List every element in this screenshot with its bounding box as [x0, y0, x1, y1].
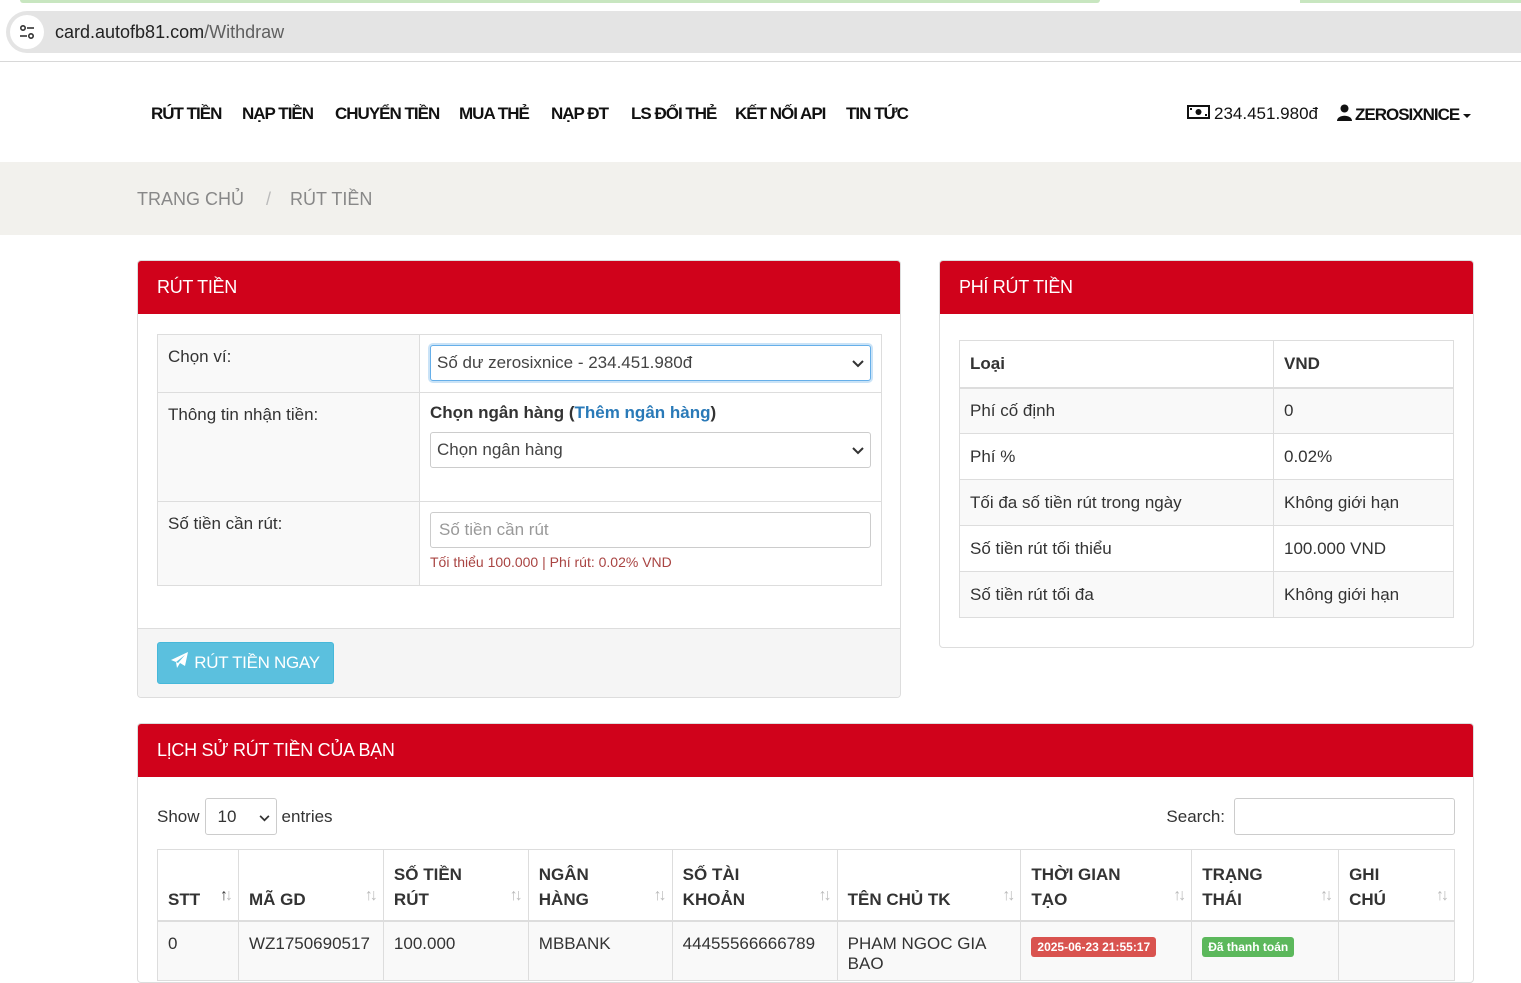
fee-header-type: Loại: [959, 340, 1274, 389]
chevron-down-icon: [852, 440, 864, 460]
breadcrumb: TRANG CHỦ / RÚT TIỀN: [0, 162, 1521, 235]
cell-bank: MBBANK: [527, 920, 673, 981]
withdraw-panel-title: RÚT TIỀN: [138, 261, 900, 314]
withdraw-now-button[interactable]: RÚT TIỀN NGAY: [157, 642, 334, 684]
nav-api[interactable]: KẾT NỐI API: [735, 104, 826, 124]
history-table: STT ↑↓ MÃ GD ↑↓ SỐ TIỀN RÚT ↑↓ NGÂN HÀNG ↑↓ SỐ…: [157, 849, 1455, 981]
search-label: Search:: [1166, 806, 1225, 826]
col-account[interactable]: SỐ TÀI KHOẢN ↑↓: [671, 849, 838, 922]
cell-amount: 100.000: [382, 920, 529, 981]
chevron-down-icon: [852, 353, 864, 373]
address-bar[interactable]: card.autofb81.com/Withdraw: [6, 11, 1521, 53]
breadcrumb-current: RÚT TIỀN: [290, 189, 373, 209]
receive-info-label: Thông tin nhận tiền:: [157, 392, 420, 502]
page-length-select[interactable]: 10: [204, 798, 277, 835]
site-settings-icon[interactable]: [10, 15, 44, 49]
money-icon: [1187, 104, 1210, 124]
col-bank[interactable]: NGÂN HÀNG ↑↓: [527, 849, 673, 922]
created-badge: 2025-06-23 21:55:17: [1031, 936, 1157, 957]
fee-panel-title: PHÍ RÚT TIỀN: [940, 261, 1473, 314]
wallet-select[interactable]: Số dư zerosixnice - 234.451.980đ: [430, 345, 871, 381]
nav-card-history[interactable]: LS ĐỔI THẺ: [631, 104, 717, 124]
cell-note: [1338, 920, 1455, 981]
table-row: Phí % 0.02%: [959, 433, 1454, 480]
table-row: Tối đa số tiền rút trong ngày Không giới …: [959, 479, 1454, 526]
history-panel-title: LỊCH SỬ RÚT TIỀN CỦA BẠN: [138, 724, 1473, 777]
sort-icon: ↑↓: [818, 886, 832, 904]
table-row: Phí cố định 0: [959, 387, 1454, 434]
amount-hint: Tối thiểu 100.000 | Phí rút: 0.02% VND: [430, 554, 672, 570]
nav-topup-phone[interactable]: NẠP ĐT: [551, 104, 609, 124]
chevron-down-icon: [259, 807, 270, 827]
cell-created: 2025-06-23 21:55:17: [1020, 920, 1193, 981]
sort-icon: ↑↓: [653, 886, 667, 904]
col-stt[interactable]: STT ↑↓: [157, 849, 239, 922]
sort-icon: ↑↓: [1436, 886, 1449, 904]
nav-news[interactable]: TIN TỨC: [846, 104, 909, 124]
cell-account: 44455566666789: [671, 920, 838, 981]
paper-plane-icon: [171, 652, 189, 674]
amount-label: Số tiền cần rút:: [157, 501, 420, 586]
sort-icon: ↑↓: [1002, 886, 1015, 904]
col-created[interactable]: THỜI GIAN TẠO ↑↓: [1020, 849, 1193, 922]
user-menu[interactable]: ZEROSIXNICE: [1337, 104, 1472, 126]
page-length-control: Show 10 entries: [157, 798, 333, 835]
col-code[interactable]: MÃ GD ↑↓: [237, 849, 384, 922]
cell-owner: PHAM NGOC GIA BAO: [836, 920, 1022, 981]
user-icon: [1337, 104, 1352, 126]
fee-table: Loại VND Phí cố định 0 Phí % 0.02% Tối đa …: [959, 340, 1454, 618]
table-row: Số tiền rút tối thiểu 100.000 VND: [959, 525, 1454, 572]
caret-down-icon: [1462, 105, 1472, 125]
nav-transfer[interactable]: CHUYỂN TIỀN: [335, 104, 440, 124]
breadcrumb-home[interactable]: TRANG CHỦ: [137, 189, 244, 210]
username: ZEROSIXNICE: [1355, 105, 1460, 124]
sort-icon: ↑↓: [219, 886, 233, 904]
fee-header-vnd: VND: [1273, 340, 1454, 389]
balance-amount: 234.451.980đ: [1214, 104, 1318, 123]
col-status[interactable]: TRẠNG THÁI ↑↓: [1191, 849, 1340, 922]
bank-title: Chọn ngân hàng (Thêm ngân hàng): [430, 403, 717, 422]
table-row: 0 WZ1750690517 100.000 MBBANK 4445556666…: [157, 920, 1455, 981]
url-text[interactable]: card.autofb81.com/Withdraw: [55, 22, 284, 43]
withdraw-panel-footer: RÚT TIỀN NGAY: [138, 628, 900, 697]
add-bank-link[interactable]: Thêm ngân hàng: [574, 403, 710, 422]
sort-icon: ↑↓: [1320, 886, 1333, 904]
cell-code: WZ1750690517: [237, 920, 384, 981]
bank-select[interactable]: Chọn ngân hàng: [430, 432, 871, 468]
top-navbar: RÚT TIỀN NẠP TIỀN CHUYỂN TIỀN MUA THẺ NẠ…: [0, 62, 1521, 162]
table-search: Search:: [1166, 798, 1455, 835]
status-badge: Đã thanh toán: [1202, 936, 1295, 957]
wallet-label: Chọn ví:: [157, 334, 420, 393]
col-amount[interactable]: SỐ TIỀN RÚT ↑↓: [382, 849, 529, 922]
nav-buy-card[interactable]: MUA THẺ: [459, 104, 530, 124]
sort-icon: ↑↓: [509, 886, 523, 904]
page-load-progress: [0, 0, 1521, 3]
sort-icon: ↑↓: [364, 886, 378, 904]
balance-display[interactable]: 234.451.980đ: [1187, 104, 1318, 124]
col-owner[interactable]: TÊN CHỦ TK ↑↓: [836, 849, 1022, 922]
amount-input[interactable]: Số tiền cần rút: [430, 512, 871, 548]
col-note[interactable]: GHI CHÚ ↑↓: [1338, 849, 1455, 922]
cell-stt: 0: [157, 920, 239, 981]
nav-deposit[interactable]: NẠP TIỀN: [242, 104, 314, 124]
history-panel: LỊCH SỬ RÚT TIỀN CỦA BẠN Show 10 entries…: [137, 723, 1474, 983]
cell-status: Đã thanh toán: [1191, 920, 1340, 981]
nav-withdraw[interactable]: RÚT TIỀN: [151, 104, 222, 124]
sort-icon: ↑↓: [1173, 886, 1186, 904]
search-input[interactable]: [1234, 798, 1455, 835]
withdraw-panel: RÚT TIỀN Chọn ví: Số dư zerosixnice - 23…: [137, 260, 901, 698]
withdraw-form: Chọn ví: Số dư zerosixnice - 234.451.980…: [157, 334, 882, 586]
table-row: Số tiền rút tối đa Không giới hạn: [959, 571, 1454, 618]
breadcrumb-separator: /: [266, 189, 272, 209]
fee-panel: PHÍ RÚT TIỀN Loại VND Phí cố định 0 Phí %…: [939, 260, 1474, 648]
